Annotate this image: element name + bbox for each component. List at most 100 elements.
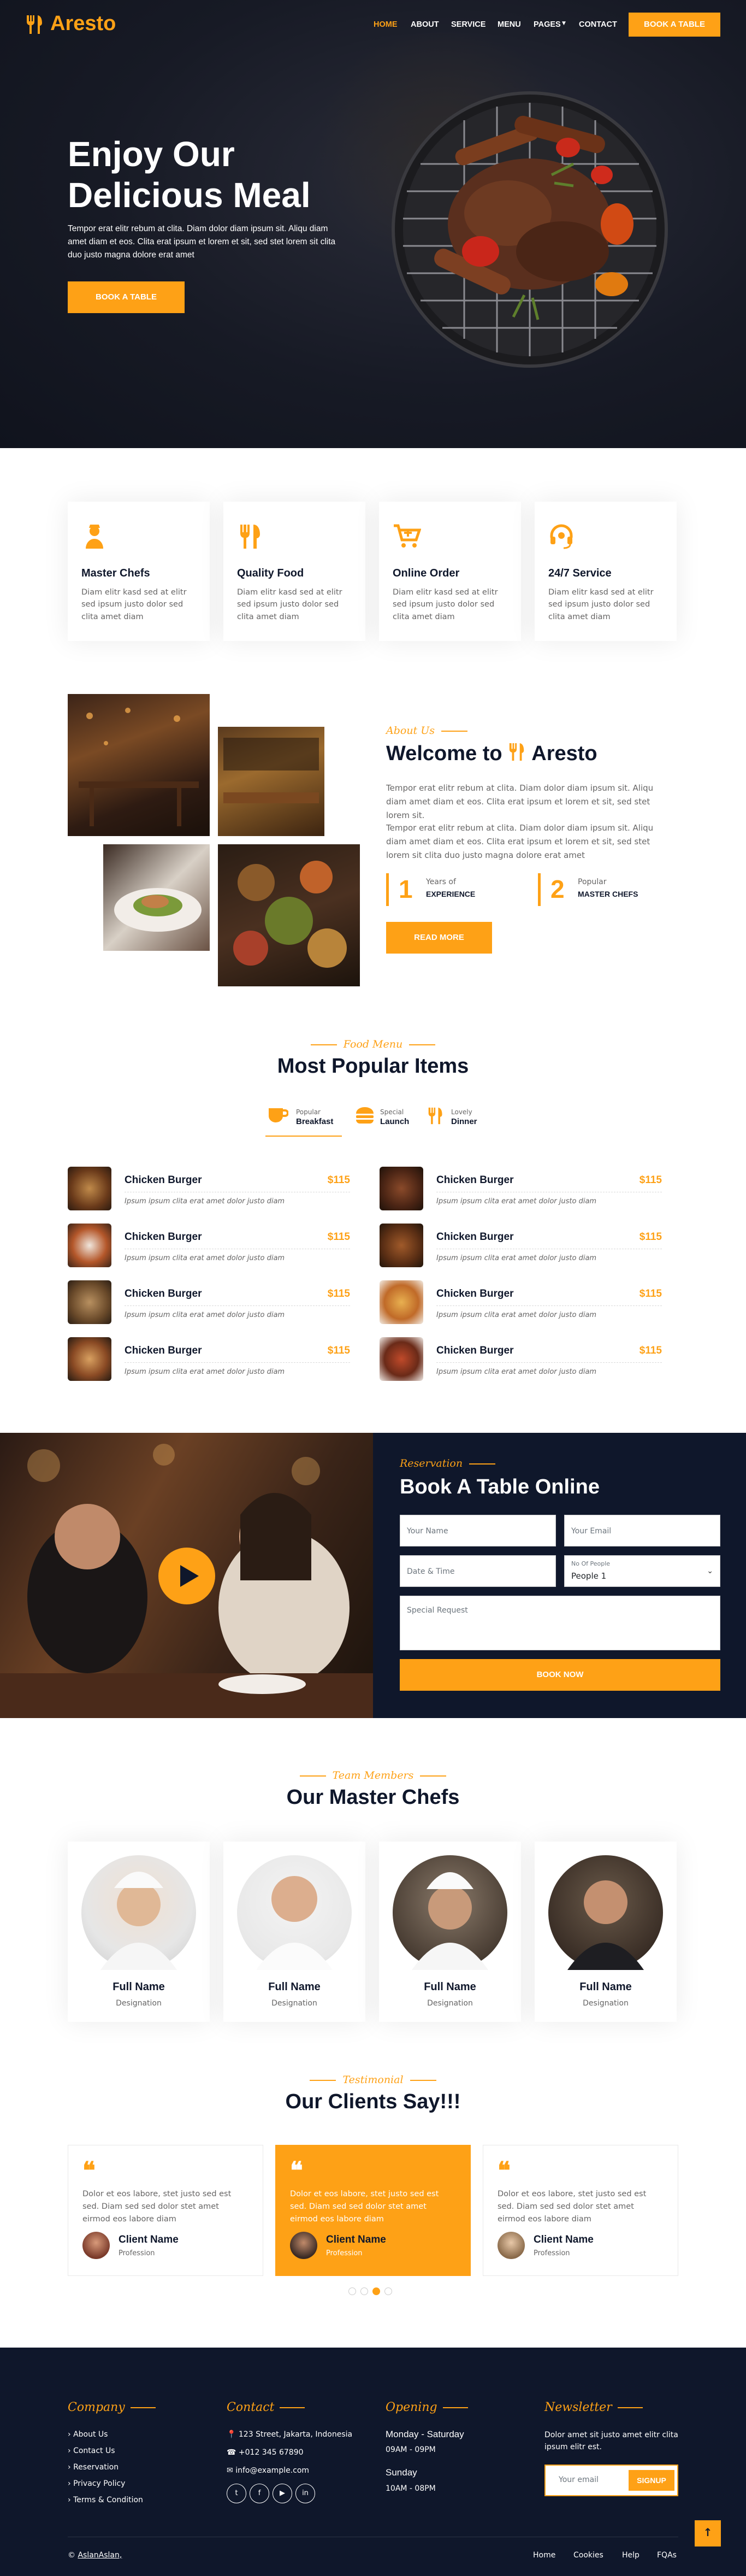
client-name: Client Name [326,2234,386,2245]
testimonial-card-active[interactable]: ❝ Dolor et eos labore, stet justo sed es… [275,2145,471,2276]
testimonial-card[interactable]: ❝ Dolor et eos labore, stet justo sed es… [68,2145,263,2276]
menu-item[interactable]: Chicken Burger $115 Ipsum ipsum clita er… [380,1167,662,1211]
menu-item-image [380,1224,423,1267]
newsletter-signup-button[interactable]: SIGNUP [629,2470,674,2491]
play-video-button[interactable] [158,1548,215,1604]
menu-item-price: $115 [327,1345,350,1356]
menu-item[interactable]: Chicken Burger $115 Ipsum ipsum clita er… [68,1224,350,1268]
menu-item[interactable]: Chicken Burger $115 Ipsum ipsum clita er… [380,1224,662,1268]
name-input[interactable]: Your Name [400,1515,556,1546]
play-icon [180,1565,199,1587]
menu-item-image [68,1337,111,1381]
footer-bottom-home[interactable]: Home [533,2551,555,2560]
nav-menu[interactable]: MENU [498,20,521,29]
footer-link-privacy[interactable]: › Privacy Policy [68,2479,125,2488]
nav-pages[interactable]: PAGES [534,20,561,29]
nav-about[interactable]: ABOUT [411,20,439,29]
nav-service[interactable]: SERVICE [451,20,486,29]
opening-day-2: Sunday [386,2467,417,2478]
menu-item-name: Chicken Burger [436,1288,514,1299]
reservation-title: Book A Table Online [400,1475,600,1498]
service-card-master-chefs[interactable]: Master Chefs Diam elitr kasd sed at elit… [68,502,210,641]
special-request-textarea[interactable]: Special Request [400,1596,720,1650]
avatar [498,2232,525,2259]
youtube-icon[interactable]: ▶ [273,2484,292,2503]
carousel-dot[interactable] [384,2287,392,2295]
people-select[interactable]: No Of People People 1 ⌄ [564,1555,720,1587]
footer-link-terms[interactable]: › Terms & Condition [68,2496,143,2504]
menu-item-image [380,1167,423,1210]
footer-bottom-fqas[interactable]: FQAs [657,2551,677,2560]
carousel-dot[interactable] [360,2287,368,2295]
newsletter-text: Dolor amet sit justo amet elitr clita ip… [544,2431,678,2452]
back-to-top-button[interactable]: ↑ [695,2520,721,2546]
opening-day-1: Monday - Saturday [386,2429,464,2439]
client-profession: Profession [534,2249,570,2257]
email-input[interactable]: Your Email [564,1515,720,1546]
book-now-button[interactable]: BOOK NOW [400,1659,720,1691]
brand-name[interactable]: Aresto [50,12,116,36]
opening-hours-1: 09AM - 09PM [386,2445,436,2454]
facebook-icon[interactable]: f [250,2484,269,2503]
tab-breakfast[interactable]: Popular Breakfast [265,1104,342,1137]
team-member-card[interactable]: Full Name Designation [223,1842,365,2022]
team-member-card[interactable]: Full Name Designation [379,1842,521,2022]
tab-big-label: Breakfast [296,1117,334,1126]
people-select-value: People 1 [571,1571,607,1581]
reservation-subtitle: Reservation [400,1457,496,1469]
footer [0,2348,746,2576]
client-name: Client Name [119,2234,179,2245]
member-designation: Designation [583,1999,629,2008]
brand-logo-icon[interactable] [25,14,45,35]
tab-launch[interactable]: Special Launch [353,1104,418,1137]
hero-book-table-button[interactable]: BOOK A TABLE [68,281,185,313]
footer-address: 📍 123 Street, Jakarta, Indonesia [227,2430,352,2439]
menu-item-desc: Ipsum ipsum clita erat amet dolor justo … [125,1311,285,1319]
carousel-dot[interactable] [348,2287,356,2295]
team-member-card[interactable]: Full Name Designation [68,1842,210,2022]
menu-item-name: Chicken Burger [125,1231,202,1243]
menu-item[interactable]: Chicken Burger $115 Ipsum ipsum clita er… [380,1280,662,1325]
menu-item[interactable]: Chicken Burger $115 Ipsum ipsum clita er… [380,1337,662,1382]
service-card-24-7-service[interactable]: 24/7 Service Diam elitr kasd sed at elit… [535,502,677,641]
newsletter-email-input[interactable]: Your email [559,2475,599,2484]
linkedin-icon[interactable]: in [295,2484,315,2503]
team-member-card[interactable]: Full Name Designation [535,1842,677,2022]
menu-item-desc: Ipsum ipsum clita erat amet dolor justo … [125,1254,285,1262]
footer-link-reservation[interactable]: › Reservation [68,2463,119,2472]
member-designation: Designation [271,1999,317,2008]
service-card-online-order[interactable]: Online Order Diam elitr kasd sed at elit… [379,502,521,641]
about-subtitle: About Us [386,725,467,737]
footer-link-about[interactable]: › About Us [68,2430,108,2439]
footer-link-contact[interactable]: › Contact Us [68,2446,115,2455]
footer-bottom-help[interactable]: Help [622,2551,640,2560]
date-time-input[interactable]: Date & Time [400,1555,556,1587]
nav-book-table-button[interactable]: BOOK A TABLE [629,13,720,37]
copyright-link[interactable]: AslanAslan, [78,2551,122,2560]
menu-item-desc: Ipsum ipsum clita erat amet dolor justo … [436,1254,597,1262]
hero-text-line3: duo justo magna dolore erat amet [68,250,194,260]
carousel-dot-active[interactable] [372,2287,380,2295]
read-more-button[interactable]: READ MORE [386,922,492,954]
client-profession: Profession [326,2249,363,2257]
phone-icon: ☎ [227,2448,236,2457]
tab-small-label: Popular [296,1108,321,1116]
avatar [290,2232,317,2259]
tab-dinner[interactable]: Lovely Dinner [427,1104,493,1137]
menu-item[interactable]: Chicken Burger $115 Ipsum ipsum clita er… [68,1280,350,1325]
menu-item-price: $115 [327,1288,350,1299]
menu-item-image [68,1280,111,1324]
hero-title-line1: Enjoy Our [68,134,235,174]
footer-bottom-cookies[interactable]: Cookies [573,2551,603,2560]
service-card-quality-food[interactable]: Quality Food Diam elitr kasd sed at elit… [223,502,365,641]
nav-home[interactable]: HOME [374,20,398,29]
menu-item[interactable]: Chicken Burger $115 Ipsum ipsum clita er… [68,1337,350,1382]
twitter-icon[interactable]: t [227,2484,246,2503]
nav-contact[interactable]: CONTACT [579,20,617,29]
about-stat-master-chefs: 2 Popular MASTER CHEFS [538,873,674,906]
newsletter-form: Your email SIGNUP [544,2465,678,2496]
menu-item[interactable]: Chicken Burger $115 Ipsum ipsum clita er… [68,1167,350,1211]
menu-item-image [380,1337,423,1381]
testimonial-card[interactable]: ❝ Dolor et eos labore, stet justo sed es… [483,2145,678,2276]
hero-section: Aresto HOME ABOUT SERVICE MENU PAGES ▼ C… [0,0,746,448]
